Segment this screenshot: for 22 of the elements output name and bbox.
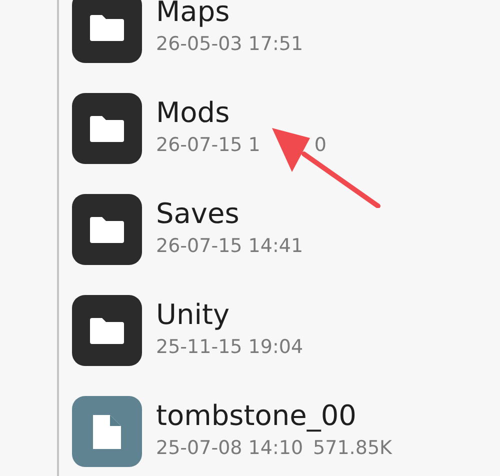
modified-date: 26-05-03 17:51 [156, 33, 304, 55]
file-name: Unity [156, 298, 231, 332]
folder-tile[interactable] [72, 194, 142, 265]
folder-icon [90, 216, 124, 242]
document-icon [93, 414, 121, 448]
modified-date: 25-11-15 19:04 [156, 336, 304, 358]
file-name: Saves [156, 197, 240, 231]
folder-icon [90, 14, 124, 40]
folder-icon [90, 318, 124, 344]
folder-tile[interactable] [72, 93, 142, 164]
file-name: tombstone_00 [156, 399, 358, 433]
folder-icon [90, 116, 124, 142]
folder-tile[interactable] [72, 0, 142, 63]
file-name: Mods [156, 96, 231, 130]
file-name: Maps [156, 0, 231, 29]
modified-date: 0 [314, 134, 326, 156]
modified-date: 26-07-15 14:41 [156, 235, 304, 257]
modified-date: 26-07-15 1 [156, 134, 260, 156]
modified-date: 25-07-08 14:10 [156, 437, 304, 459]
folder-tile[interactable] [72, 295, 142, 366]
file-tile[interactable] [72, 396, 142, 467]
file-size: 571.85K [313, 437, 392, 459]
